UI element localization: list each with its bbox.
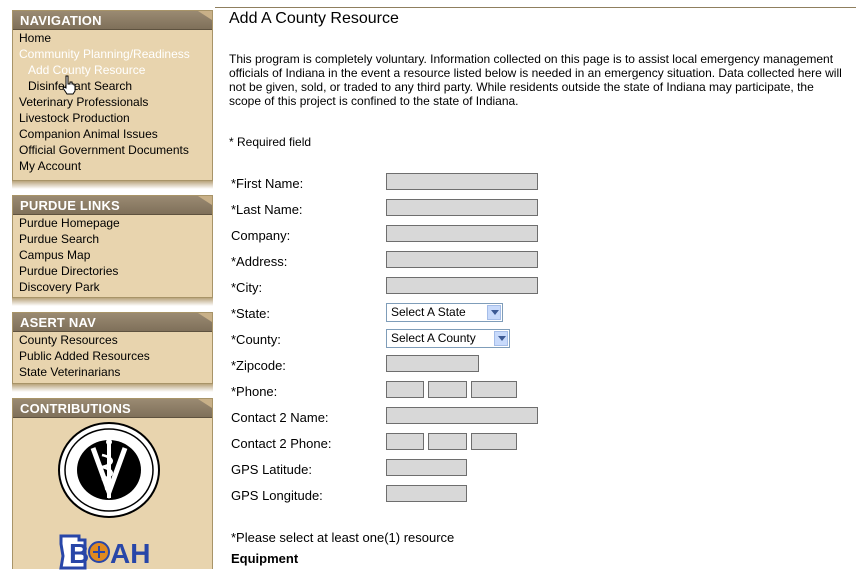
svg-text:B: B [69,538,89,569]
contact-2-phone-line-number-input[interactable] [471,433,517,450]
nav-item-add-county-resource[interactable]: Add County Resource [19,62,212,78]
nav-item-home[interactable]: Home [19,30,212,46]
chevron-down-icon[interactable] [494,331,508,346]
nav-item-community-planning[interactable]: Community Planning/Readiness [19,46,212,62]
gps-longitude-input[interactable] [386,485,467,502]
veterinary-medicine-seal-logo[interactable] [55,420,163,520]
panel-shadow [12,298,213,306]
hand-cursor-icon [62,75,76,95]
link-purdue-directories[interactable]: Purdue Directories [19,263,212,279]
last-name-input[interactable] [386,199,538,216]
navigation-title: Navigation [20,13,102,28]
purdue-links-title: Purdue Links [20,198,120,213]
page-title: Add A County Resource [229,10,399,27]
sidebar: Navigation Home Community Planning/Readi… [12,0,213,570]
nav-item-disinfectant-search[interactable]: Disinfectant Search [19,78,212,94]
chevron-down-icon[interactable] [487,305,501,320]
panel-shadow [12,384,213,392]
last-name-label: *Last Name: [231,202,303,217]
top-rule [215,7,856,8]
phone-label: *Phone: [231,384,278,399]
zipcode-input[interactable] [386,355,479,372]
state-select-value: Select A State [391,305,466,319]
asert-nav-panel: ASERT Nav County Resources Public Added … [12,312,213,384]
link-discovery-park[interactable]: Discovery Park [19,279,212,295]
asert-nav-title: ASERT Nav [20,315,96,330]
county-select[interactable]: Select A County [386,329,510,348]
link-public-added-resources[interactable]: Public Added Resources [19,348,212,364]
nav-item-official-government-documents[interactable]: Official Government Documents [19,142,212,158]
company-label: Company: [231,228,291,243]
boah-logo[interactable]: B AH [57,534,157,570]
zipcode-label: *Zipcode: [231,358,286,373]
link-campus-map[interactable]: Campus Map [19,247,212,263]
contact-2-phone-prefix-input[interactable] [428,433,467,450]
county-label: *County: [231,332,281,347]
purdue-links-panel: Purdue Links Purdue Homepage Purdue Sear… [12,195,213,298]
contributions-title: Contributions [20,401,131,416]
purdue-links-header: Purdue Links [13,196,212,215]
phone-area-code-input[interactable] [386,381,424,398]
first-name-input[interactable] [386,173,538,190]
link-county-resources[interactable]: County Resources [19,332,212,348]
state-select[interactable]: Select A State [386,303,503,322]
nav-item-companion-animal-issues[interactable]: Companion Animal Issues [19,126,212,142]
phone-prefix-input[interactable] [428,381,467,398]
resource-selection-note: *Please select at least one(1) resource [231,530,455,545]
county-select-value: Select A County [391,331,476,345]
contact-2-phone-label: Contact 2 Phone: [231,436,332,451]
gps-longitude-label: GPS Longitude: [231,488,323,503]
nav-item-livestock-production[interactable]: Livestock Production [19,110,212,126]
link-purdue-homepage[interactable]: Purdue Homepage [19,215,212,231]
contributions-header: Contributions [13,399,212,418]
navigation-header: Navigation [13,11,212,30]
equipment-heading: Equipment [231,551,299,566]
link-purdue-search[interactable]: Purdue Search [19,231,212,247]
phone-line-number-input[interactable] [471,381,517,398]
city-label: *City: [231,280,263,295]
city-input[interactable] [386,277,538,294]
address-label: *Address: [231,254,288,269]
svg-text:AH: AH [110,538,150,569]
required-field-note: * Required field [229,135,312,149]
address-input[interactable] [386,251,538,268]
state-label: *State: [231,306,271,321]
gps-latitude-input[interactable] [386,459,467,476]
contact-2-name-label: Contact 2 Name: [231,410,329,425]
link-state-veterinarians[interactable]: State Veterinarians [19,364,212,380]
intro-paragraph: This program is completely voluntary. In… [229,52,842,108]
asert-nav-header: ASERT Nav [13,313,212,332]
company-input[interactable] [386,225,538,242]
contact-2-phone-area-code-input[interactable] [386,433,424,450]
nav-item-my-account[interactable]: My Account [19,158,212,174]
contact-2-name-input[interactable] [386,407,538,424]
first-name-label: *First Name: [231,176,304,191]
nav-item-veterinary-professionals[interactable]: Veterinary Professionals [19,94,212,110]
navigation-panel: Navigation Home Community Planning/Readi… [12,10,213,181]
panel-shadow [12,181,213,189]
gps-latitude-label: GPS Latitude: [231,462,312,477]
contributions-panel: Contributions B AH [12,398,213,570]
